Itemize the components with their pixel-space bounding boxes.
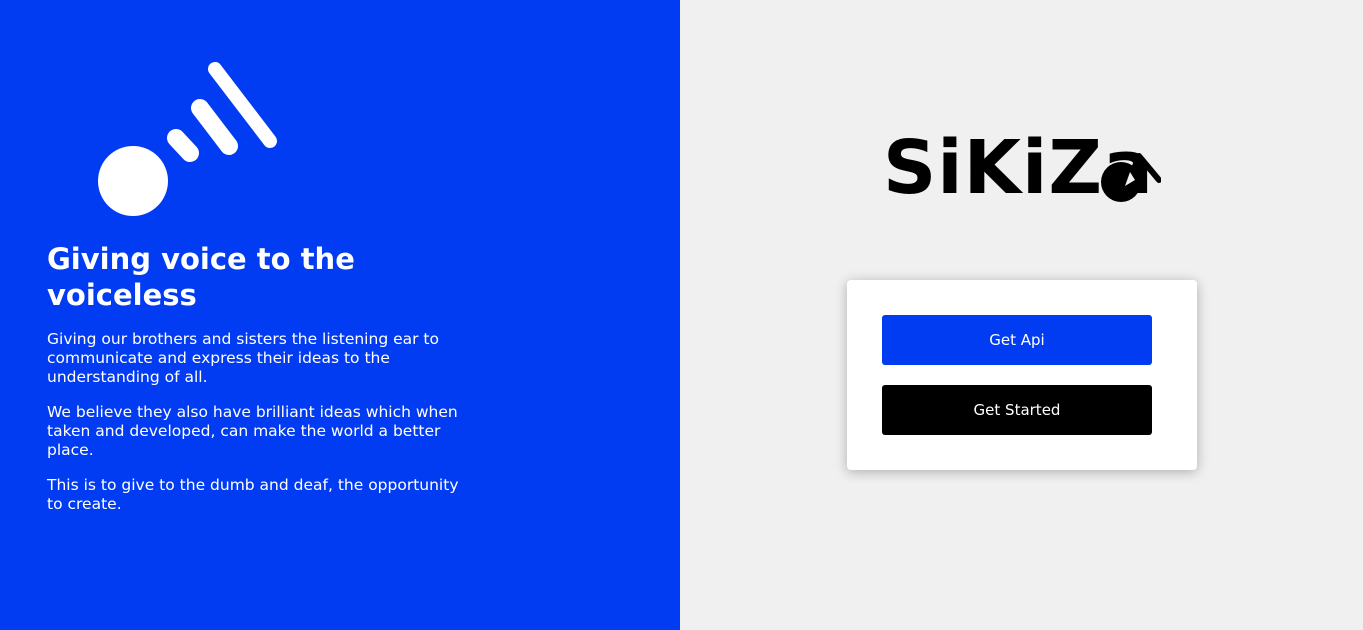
action-card: Get Api Get Started xyxy=(847,280,1197,470)
brand-logo: SiKiZa xyxy=(883,128,1161,208)
landing-page: Giving voice to the voiceless Giving our… xyxy=(0,0,1363,630)
signal-bubble-icon xyxy=(1101,153,1161,202)
hero-panel: Giving voice to the voiceless Giving our… xyxy=(0,0,680,630)
hero-paragraph: We believe they also have brilliant idea… xyxy=(47,403,458,459)
hero-paragraph: This is to give to the dumb and deaf, th… xyxy=(47,476,459,513)
get-api-button[interactable]: Get Api xyxy=(882,315,1152,365)
get-started-button[interactable]: Get Started xyxy=(882,385,1152,435)
hero-heading: Giving voice to the voiceless xyxy=(47,242,355,312)
sound-signal-icon xyxy=(98,62,277,216)
hero-paragraph: Giving our brothers and sisters the list… xyxy=(47,330,439,386)
hero-description: Giving our brothers and sisters the list… xyxy=(47,330,467,530)
